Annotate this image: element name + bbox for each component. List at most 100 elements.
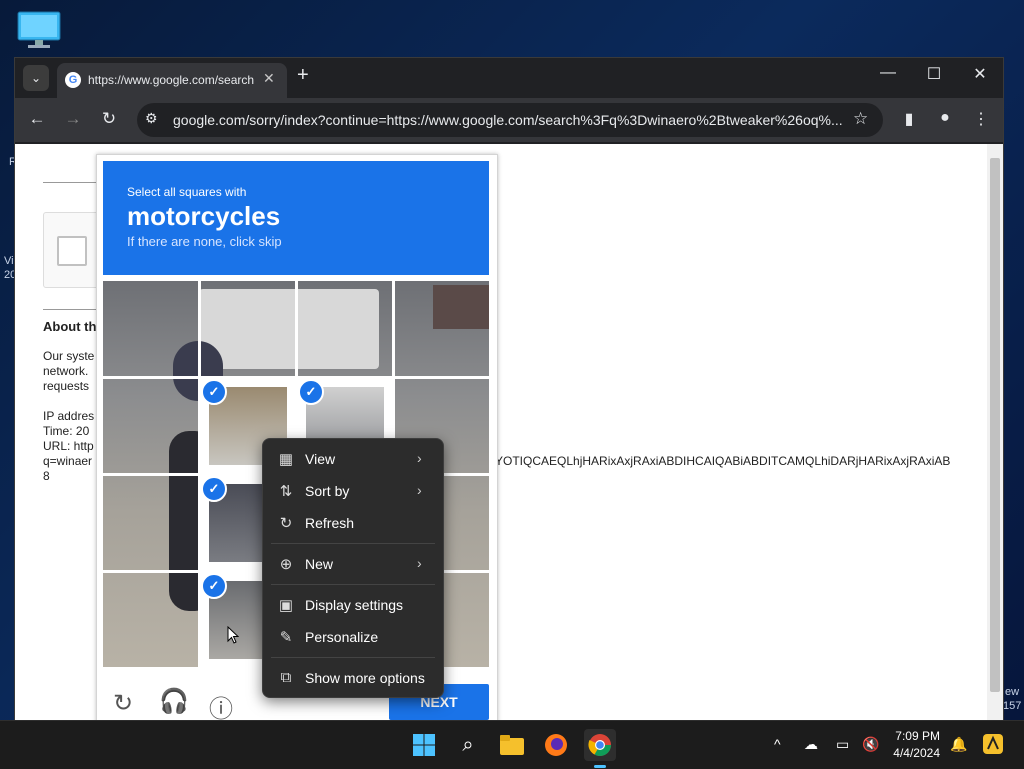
- onedrive-icon[interactable]: ☁: [804, 736, 818, 753]
- browser-toolbar: ← → ↻ ⚙ google.com/sorry/index?continue=…: [15, 98, 1003, 142]
- selected-check-icon: ✓: [201, 476, 227, 502]
- chevron-right-icon: ›: [417, 450, 422, 466]
- volume-muted-icon[interactable]: 🔇: [862, 736, 879, 753]
- info-icon[interactable]: ⓘ: [209, 689, 233, 720]
- tab-bar: ⌄ G https://www.google.com/search ✕ + — …: [15, 58, 1003, 98]
- notification-bell-icon[interactable]: 🔔: [950, 736, 967, 753]
- menu-item-label: Personalize: [305, 629, 379, 645]
- desktop-edge-text: ew: [1005, 686, 1020, 698]
- audio-challenge-icon[interactable]: 🎧: [159, 687, 189, 716]
- selected-check-icon: ✓: [201, 379, 227, 405]
- firefox-icon[interactable]: [540, 729, 572, 761]
- menu-item-label: View: [305, 451, 336, 467]
- desktop-monitor-icon[interactable]: [16, 10, 62, 50]
- reload-icon[interactable]: ↻: [97, 109, 121, 129]
- refresh-icon: ↻: [279, 515, 293, 532]
- body-line: Our syste: [43, 349, 95, 363]
- desktop-edge-text: Vi: [4, 255, 14, 267]
- ip-line: IP addres: [43, 409, 95, 423]
- browser-tab[interactable]: G https://www.google.com/search ✕: [57, 63, 287, 98]
- copilot-icon[interactable]: [982, 733, 1004, 758]
- profile-avatar-icon[interactable]: ●: [933, 109, 957, 127]
- mouse-cursor-icon: [227, 625, 240, 649]
- reload-challenge-icon[interactable]: ↻: [113, 689, 133, 718]
- file-explorer-icon[interactable]: [496, 729, 528, 761]
- tab-close-icon[interactable]: ✕: [263, 70, 275, 87]
- url-line: 8: [43, 469, 50, 483]
- forward-arrow-icon[interactable]: →: [61, 109, 85, 129]
- chevron-down-icon: ⌄: [30, 71, 42, 85]
- menu-item-label: Refresh: [305, 515, 355, 531]
- more-menu-icon[interactable]: ⋮: [969, 109, 993, 129]
- url-token: YOTIQCAEQLhjHARixAxjRAxiABDIHCAIQABiABDI…: [495, 454, 951, 468]
- taskbar: ⌕ ^ ☁ ▭ 🔇 7:09 PM 4/4/2024 🔔: [0, 720, 1024, 769]
- google-favicon-icon: G: [65, 72, 81, 88]
- url-line: q=winaer: [43, 454, 93, 468]
- selected-check-icon: ✓: [201, 573, 227, 599]
- divider: [43, 309, 103, 310]
- menu-item-view[interactable]: ▦ View ›: [267, 444, 439, 474]
- menu-item-new[interactable]: ⊕ New ›: [267, 549, 439, 579]
- divider: [43, 182, 103, 183]
- new-tab-button[interactable]: +: [297, 64, 309, 87]
- about-heading: About th: [43, 319, 97, 334]
- body-line: network.: [43, 364, 89, 378]
- menu-separator: [271, 657, 435, 658]
- bookmark-star-icon[interactable]: ☆: [853, 109, 868, 129]
- minimize-button[interactable]: —: [865, 64, 911, 82]
- back-arrow-icon[interactable]: ←: [25, 109, 49, 129]
- menu-separator: [271, 584, 435, 585]
- captcha-instruction: Select all squares with: [127, 185, 247, 199]
- url-line: URL: http: [43, 439, 94, 453]
- vehicle-shape: [433, 285, 489, 329]
- menu-item-label: Show more options: [305, 670, 425, 686]
- menu-separator: [271, 543, 435, 544]
- menu-item-display-settings[interactable]: ▣ Display settings: [267, 590, 439, 620]
- vertical-scrollbar[interactable]: [987, 144, 1003, 720]
- body-line: requests: [43, 379, 90, 393]
- page-content: About th Our syste network. requests IP …: [15, 144, 987, 720]
- clock-date[interactable]: 4/4/2024: [880, 746, 940, 760]
- show-more-options-icon: ⧉: [280, 669, 292, 686]
- grid-gutter: [103, 376, 489, 379]
- network-icon[interactable]: ▭: [836, 736, 849, 753]
- close-window-button[interactable]: ✕: [957, 64, 1003, 84]
- view-grid-icon: ▦: [278, 451, 294, 468]
- captcha-target: motorcycles: [127, 201, 281, 231]
- recaptcha-checkbox[interactable]: [57, 236, 87, 266]
- address-bar[interactable]: ⚙ google.com/sorry/index?continue=https:…: [137, 103, 883, 137]
- tab-title: https://www.google.com/search: [88, 73, 254, 87]
- scrollbar-thumb[interactable]: [990, 158, 1000, 692]
- maximize-button[interactable]: ☐: [911, 64, 957, 84]
- menu-item-refresh[interactable]: ↻ Refresh: [267, 508, 439, 538]
- clock-time[interactable]: 7:09 PM: [880, 729, 940, 743]
- display-settings-icon: ▣: [278, 597, 294, 614]
- desktop-context-menu: ▦ View › ⇅ Sort by › ↻ Refresh ⊕ New › ▣…: [262, 438, 444, 698]
- chevron-right-icon: ›: [417, 482, 422, 498]
- menu-item-label: New: [305, 556, 334, 572]
- chrome-icon[interactable]: [584, 729, 616, 761]
- menu-item-label: Display settings: [305, 597, 404, 613]
- sort-icon: ⇅: [279, 483, 293, 500]
- tab-search-button[interactable]: ⌄: [23, 65, 49, 91]
- menu-item-personalize[interactable]: ✎ Personalize: [267, 622, 439, 652]
- captcha-header: Select all squares with motorcycles If t…: [103, 161, 489, 275]
- site-info-icon[interactable]: ⚙: [145, 110, 158, 127]
- search-icon[interactable]: ⌕: [452, 729, 484, 761]
- menu-item-show-more-options[interactable]: ⧉ Show more options: [267, 663, 439, 693]
- side-panel-icon[interactable]: ▮: [897, 109, 921, 129]
- personalize-brush-icon: ✎: [279, 629, 293, 646]
- url-text[interactable]: google.com/sorry/index?continue=https://…: [173, 112, 845, 128]
- captcha-hint: If there are none, click skip: [127, 234, 282, 249]
- time-line: Time: 20: [43, 424, 90, 438]
- chevron-up-icon[interactable]: ^: [774, 736, 781, 752]
- chevron-right-icon: ›: [417, 555, 422, 571]
- browser-window: ⌄ G https://www.google.com/search ✕ + — …: [14, 57, 1004, 720]
- menu-item-label: Sort by: [305, 483, 350, 499]
- selected-check-icon: ✓: [298, 379, 324, 405]
- new-plus-icon: ⊕: [279, 556, 293, 573]
- truck-shape: [199, 289, 379, 369]
- menu-item-sort-by[interactable]: ⇅ Sort by ›: [267, 476, 439, 506]
- start-windows-icon[interactable]: [408, 729, 440, 761]
- desktop-edge-text: 157: [1003, 700, 1022, 712]
